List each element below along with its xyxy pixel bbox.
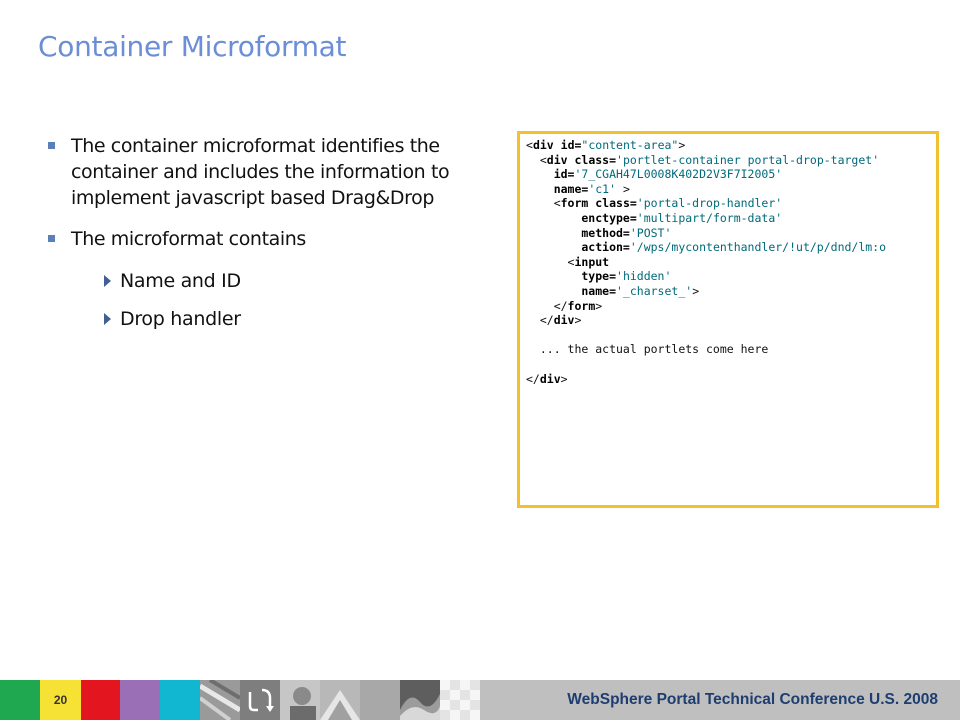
triangle-bullet-icon [104, 313, 111, 325]
bullet-list: The container microformat identifies the… [48, 133, 468, 343]
triangle-bullet-icon [104, 275, 111, 287]
sub-bullet-item: Name and ID [104, 267, 468, 295]
bullet-text: The container microformat identifies the… [71, 135, 450, 209]
square-bullet-icon [48, 142, 55, 149]
conference-name: WebSphere Portal Technical Conference U.… [567, 691, 938, 708]
bullet-item: The container microformat identifies the… [48, 133, 468, 211]
gray-panel [360, 680, 400, 720]
sub-bullet-text: Drop handler [120, 308, 241, 330]
code-block: <div id="content-area"> <div class='port… [526, 138, 887, 386]
person-photo [280, 680, 320, 720]
bullet-item: The microformat contains [48, 226, 468, 252]
code-sample-box: <div id="content-area"> <div class='port… [517, 131, 939, 508]
structure-photo [320, 680, 360, 720]
arrows-icon [240, 680, 280, 720]
bullet-text: The microformat contains [71, 228, 306, 250]
page-number: 20 [40, 680, 81, 720]
color-block-cyan [160, 680, 200, 720]
square-bullet-icon [48, 235, 55, 242]
color-block-red [81, 680, 120, 720]
waves-photo [400, 680, 440, 720]
color-block-green [0, 680, 40, 720]
sub-bullet-item: Drop handler [104, 305, 468, 333]
sub-bullet-text: Name and ID [120, 270, 241, 292]
color-block-purple [120, 680, 160, 720]
footer-bar: 20 WebSphere Portal Technical Conference… [0, 680, 960, 720]
slide-title: Container Microformat [38, 30, 347, 63]
checker-pattern [440, 680, 480, 720]
pipes-photo [200, 680, 240, 720]
